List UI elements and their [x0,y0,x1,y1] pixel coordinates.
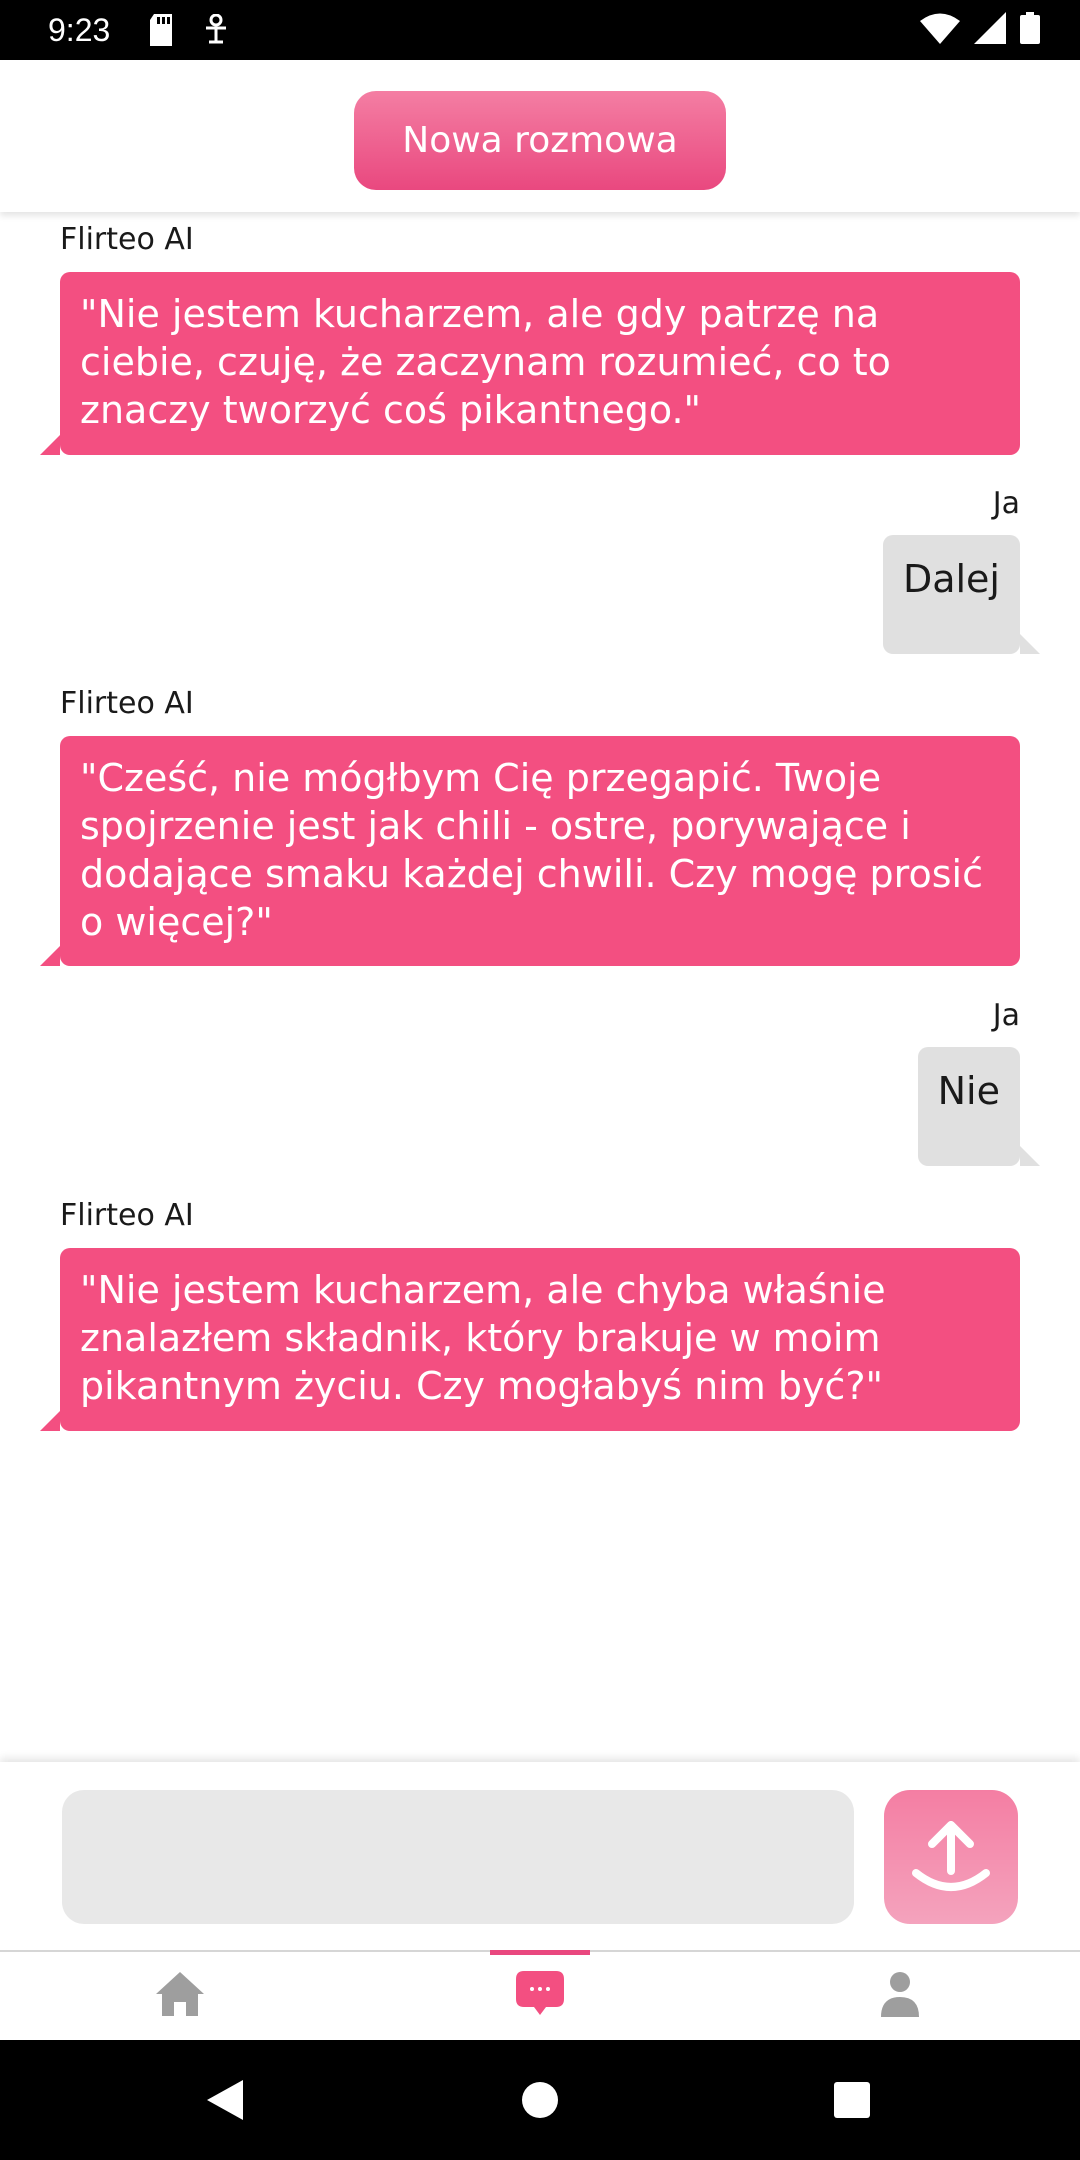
back-icon[interactable] [195,2070,255,2130]
chat-icon [516,1971,564,2021]
tab-chat[interactable] [360,1952,720,2040]
status-time: 9:23 [48,12,111,48]
sd-card-icon [148,14,174,50]
signal-icon [974,12,1006,48]
message-sender: Flirteo AI [60,686,194,721]
ai-message-bubble[interactable]: "Nie jestem kucharzem, ale chyba właśnie… [40,1248,1020,1431]
ai-message-bubble[interactable]: "Cześć, nie mógłbym Cię przegapić. Twoje… [40,736,1020,966]
message-text: Dalej [902,557,1000,601]
recents-icon[interactable] [822,2070,882,2130]
message-input[interactable] [62,1790,854,1924]
message-sender: Ja [992,486,1020,521]
message-text: "Cześć, nie mógłbym Cię przegapić. Twoje… [80,756,983,944]
new-chat-button[interactable]: Nowa rozmowa [354,91,726,190]
message-text: Nie [937,1069,1000,1113]
home-nav-icon[interactable] [510,2070,570,2130]
system-navigation-bar [0,2040,1080,2160]
upload-arrow-icon [906,1811,996,1904]
profile-icon [881,1971,919,2021]
tab-home[interactable] [0,1952,360,2040]
message-composer [0,1762,1080,1950]
wifi-icon [920,12,960,48]
bottom-tab-bar [0,1950,1080,2040]
message-sender: Flirteo AI [60,1198,194,1233]
accessibility-icon [202,13,230,50]
message-text: "Nie jestem kucharzem, ale chyba właśnie… [80,1268,886,1408]
chat-header: Nowa rozmowa [0,60,1080,212]
send-button[interactable] [884,1790,1018,1924]
status-bar: 9:23 [0,0,1080,60]
message-sender: Ja [992,998,1020,1033]
home-icon [154,1970,206,2022]
battery-icon [1020,12,1040,48]
message-text: "Nie jestem kucharzem, ale gdy patrzę na… [80,292,891,432]
tab-profile[interactable] [720,1952,1080,2040]
user-message-bubble[interactable]: Dalej [882,535,1040,654]
user-message-bubble[interactable]: Nie [917,1047,1040,1166]
ai-message-bubble[interactable]: "Nie jestem kucharzem, ale gdy patrzę na… [40,272,1020,455]
message-sender: Flirteo AI [60,222,194,257]
chat-thread[interactable]: Flirteo AI "Nie jestem kucharzem, ale gd… [0,212,1080,1762]
